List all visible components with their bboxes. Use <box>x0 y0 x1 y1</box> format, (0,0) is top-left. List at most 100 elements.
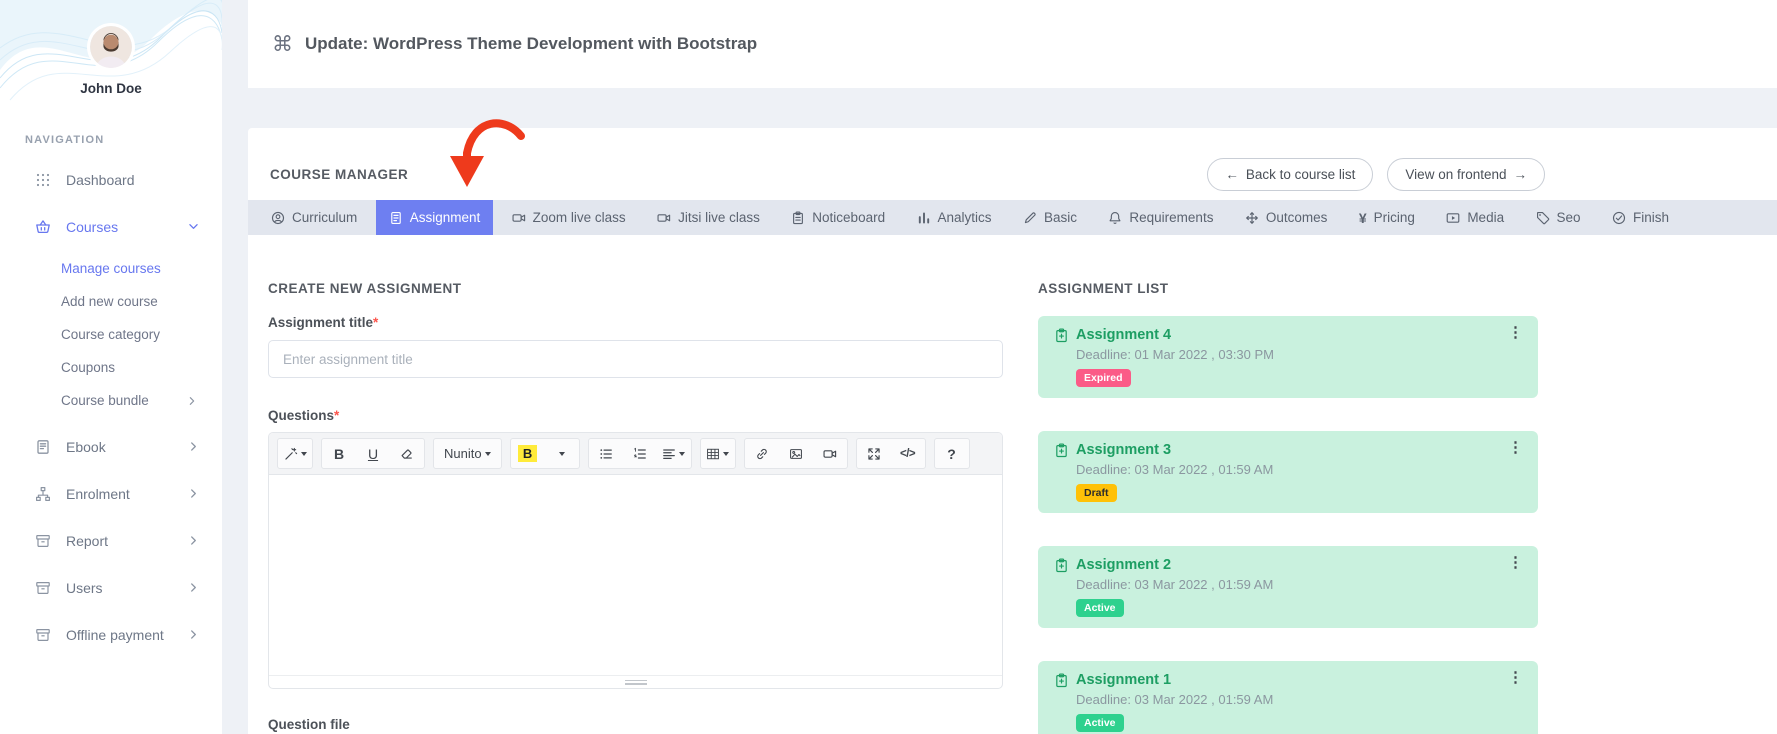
tab-curriculum[interactable]: Curriculum <box>258 200 370 235</box>
sidebar-item-manage-courses[interactable]: Manage courses <box>0 252 222 285</box>
font-style-group: B U <box>321 438 425 469</box>
unordered-list-button[interactable] <box>589 439 623 468</box>
editor-resize-handle[interactable] <box>269 675 1002 688</box>
tab-pricing[interactable]: ¥ Pricing <box>1346 200 1428 235</box>
sidebar-item-label: Offline payment <box>66 627 164 643</box>
sidebar-item-coupons[interactable]: Coupons <box>0 351 222 384</box>
clipboard-plus-icon <box>1054 558 1069 573</box>
tab-zoom-live-class[interactable]: Zoom live class <box>499 200 639 235</box>
sidebar-item-course-category[interactable]: Course category <box>0 318 222 351</box>
sidebar-item-label: Report <box>66 533 108 549</box>
required-asterisk: * <box>373 315 378 330</box>
tab-label: Pricing <box>1374 210 1415 225</box>
caret-down-icon <box>559 452 565 456</box>
sub-item-label: Course bundle <box>61 393 149 408</box>
resize-grip-icon <box>625 680 647 682</box>
user-profile: John Doe <box>0 0 222 96</box>
journal-icon <box>389 211 403 225</box>
view-on-frontend-button[interactable]: View on frontend → <box>1387 158 1545 191</box>
assignment-title: Assignment 1 <box>1054 672 1522 688</box>
sidebar-item-add-new-course[interactable]: Add new course <box>0 285 222 318</box>
fullscreen-icon <box>867 447 881 461</box>
tab-seo[interactable]: Seo <box>1523 200 1594 235</box>
table-icon <box>706 447 720 461</box>
assignment-deadline: Deadline: 03 Mar 2022 , 01:59 AM <box>1076 692 1522 707</box>
chevron-right-icon <box>187 487 200 500</box>
color-dropdown[interactable] <box>545 439 579 468</box>
clear-format-button[interactable] <box>390 439 424 468</box>
media-icon <box>1446 211 1460 225</box>
questions-label: Questions* <box>268 408 1003 423</box>
assignment-name: Assignment 3 <box>1076 442 1171 458</box>
rich-text-editor: B U Nunito B <box>268 432 1003 689</box>
underline-button[interactable]: U <box>356 439 390 468</box>
chevron-down-icon <box>187 220 200 233</box>
ordered-list-button[interactable] <box>623 439 657 468</box>
bell-icon <box>1108 211 1122 225</box>
clipboard-plus-icon <box>1054 443 1069 458</box>
text-color-button[interactable]: B <box>511 439 545 468</box>
sidebar-item-users[interactable]: Users <box>0 564 222 611</box>
kebab-menu-icon[interactable]: ⋮ <box>1508 555 1523 570</box>
sidebar-item-offline-payment[interactable]: Offline payment <box>0 611 222 658</box>
insert-video-button[interactable] <box>813 439 847 468</box>
code-icon: </> <box>900 448 915 460</box>
sidebar-item-course-bundle[interactable]: Course bundle <box>0 384 222 417</box>
tab-outcomes[interactable]: Outcomes <box>1232 200 1341 235</box>
status-badge: Active <box>1076 714 1124 732</box>
editor-content-area[interactable] <box>269 475 1002 675</box>
sidebar-item-enrolment[interactable]: Enrolment <box>0 470 222 517</box>
paragraph-align-dropdown[interactable] <box>657 439 691 468</box>
code-view-button[interactable]: </> <box>891 439 925 468</box>
grid-icon <box>35 172 51 188</box>
tab-media[interactable]: Media <box>1433 200 1517 235</box>
tab-label: Basic <box>1044 210 1077 225</box>
fullscreen-button[interactable] <box>857 439 891 468</box>
kebab-menu-icon[interactable]: ⋮ <box>1508 325 1523 340</box>
command-icon: ⌘ <box>272 32 293 57</box>
pencil-icon <box>1023 211 1037 225</box>
sidebar-item-report[interactable]: Report <box>0 517 222 564</box>
table-dropdown[interactable] <box>701 439 735 468</box>
assignment-deadline: Deadline: 01 Mar 2022 , 03:30 PM <box>1076 347 1522 362</box>
tab-requirements[interactable]: Requirements <box>1095 200 1226 235</box>
frontend-button-label: View on frontend <box>1405 167 1506 182</box>
tab-label: Noticeboard <box>812 210 885 225</box>
kebab-menu-icon[interactable]: ⋮ <box>1508 670 1523 685</box>
font-family-dropdown[interactable]: Nunito <box>434 439 501 468</box>
tab-finish[interactable]: Finish <box>1599 200 1682 235</box>
assignment-title-input[interactable] <box>268 340 1003 378</box>
bold-button[interactable]: B <box>322 439 356 468</box>
tab-assignment[interactable]: Assignment <box>376 200 494 235</box>
chevron-right-icon <box>186 395 198 407</box>
help-button[interactable]: ? <box>935 439 969 468</box>
sidebar-item-dashboard[interactable]: Dashboard <box>0 156 222 203</box>
sub-item-label: Add new course <box>61 294 158 309</box>
sidebar-item-courses[interactable]: Courses <box>0 203 222 250</box>
assignment-title-label: Assignment title* <box>268 315 1003 330</box>
tab-noticeboard[interactable]: Noticeboard <box>778 200 898 235</box>
magic-style-button[interactable] <box>278 439 312 468</box>
tab-jitsi-live-class[interactable]: Jitsi live class <box>644 200 773 235</box>
create-assignment-section: CREATE NEW ASSIGNMENT Assignment title* … <box>268 281 1003 734</box>
kebab-menu-icon[interactable]: ⋮ <box>1508 440 1523 455</box>
back-to-course-list-button[interactable]: ← Back to course list <box>1207 158 1373 191</box>
insert-picture-button[interactable] <box>779 439 813 468</box>
move-icon <box>1245 211 1259 225</box>
assignment-deadline: Deadline: 03 Mar 2022 , 01:59 AM <box>1076 577 1522 592</box>
insert-link-button[interactable] <box>745 439 779 468</box>
video-camera-icon <box>823 447 837 461</box>
style-group <box>277 438 313 469</box>
tab-basic[interactable]: Basic <box>1010 200 1090 235</box>
tab-label: Jitsi live class <box>678 210 760 225</box>
clipboard-icon <box>791 211 805 225</box>
basket-icon <box>35 219 51 235</box>
assignment-deadline: Deadline: 03 Mar 2022 , 01:59 AM <box>1076 462 1522 477</box>
tab-label: Requirements <box>1129 210 1213 225</box>
user-circle-icon <box>271 211 285 225</box>
video-icon <box>512 211 526 225</box>
tab-analytics[interactable]: Analytics <box>904 200 1005 235</box>
tab-label: Seo <box>1557 210 1581 225</box>
sidebar-item-ebook[interactable]: Ebook <box>0 423 222 470</box>
status-badge: Draft <box>1076 484 1117 502</box>
